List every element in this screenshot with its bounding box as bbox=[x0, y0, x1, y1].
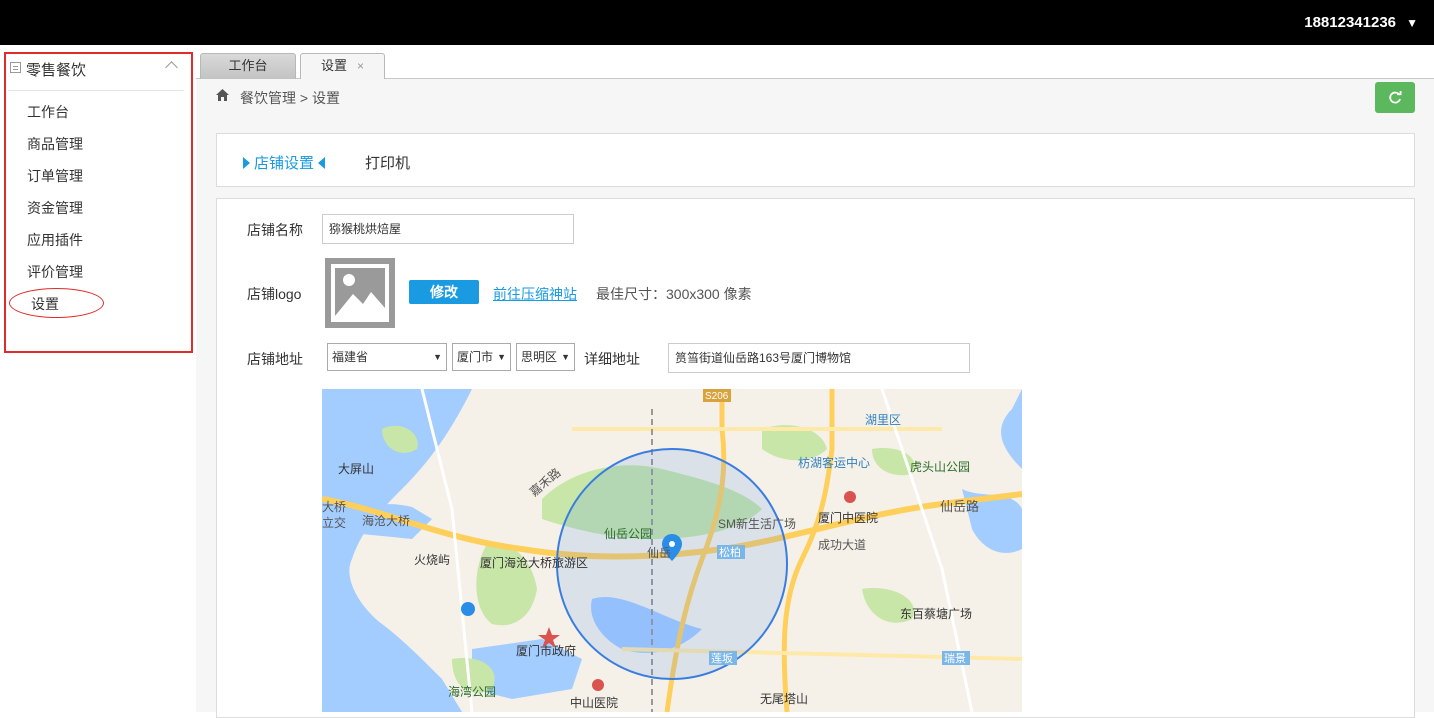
map-label-lianban: 莲坂 bbox=[711, 652, 733, 665]
map-label-dongbai: 东百蔡塘广场 bbox=[900, 606, 972, 621]
home-icon[interactable] bbox=[216, 89, 229, 101]
triangle-left-icon bbox=[318, 157, 326, 169]
close-icon[interactable]: × bbox=[357, 59, 364, 73]
edit-logo-button[interactable]: 修改 bbox=[409, 280, 479, 304]
shop-address-label: 店铺地址 bbox=[247, 351, 303, 367]
shop-logo-label: 店铺logo bbox=[247, 286, 302, 302]
user-menu-caret-icon[interactable]: ▼ bbox=[1406, 16, 1418, 30]
detail-address-input[interactable]: 筼筜街道仙岳路163号厦门博物馆 bbox=[668, 343, 970, 373]
map-label-huoshaoyu: 火烧屿 bbox=[414, 553, 450, 567]
district-select-value: 思明区 bbox=[521, 350, 558, 364]
tab-workbench-label: 工作台 bbox=[228, 58, 268, 73]
map-label-fanghu: 枋湖客运中心 bbox=[798, 455, 870, 470]
sidebar-item-orders[interactable]: 订单管理 bbox=[27, 166, 83, 186]
map-label-hutou: 虎头山公园 bbox=[910, 460, 970, 474]
district-select[interactable]: 思明区 ▼ bbox=[516, 343, 575, 371]
dropdown-caret-icon: ▼ bbox=[433, 352, 442, 362]
map-label-xm-government: 厦门市政府 bbox=[516, 643, 576, 658]
logo-size-hint: 最佳尺寸：300x300 像素 bbox=[596, 286, 752, 302]
dropdown-caret-icon: ▼ bbox=[561, 352, 570, 362]
image-placeholder-icon bbox=[331, 264, 389, 322]
sidebar-item-products[interactable]: 商品管理 bbox=[27, 134, 83, 154]
map-label-huli: 湖里区 bbox=[865, 412, 901, 427]
subtab-printer[interactable]: 打印机 bbox=[365, 152, 410, 173]
detail-address-label: 详细地址 bbox=[584, 351, 640, 367]
map-label-bridge-left: 大桥 bbox=[322, 500, 346, 514]
map-label-dapingshan: 大屏山 bbox=[338, 462, 374, 476]
refresh-icon bbox=[1389, 91, 1402, 104]
sidebar-item-funds[interactable]: 资金管理 bbox=[27, 198, 83, 218]
map-label-haiwan-park: 海湾公园 bbox=[448, 684, 496, 699]
map-label-xianyue-short: 仙岳 bbox=[647, 546, 671, 560]
subtab-shop-settings-label: 店铺设置 bbox=[254, 155, 315, 172]
map-label-xianyue-road: 仙岳路 bbox=[940, 499, 979, 514]
subtab-shop-settings[interactable]: 店铺设置 bbox=[243, 152, 326, 173]
province-select[interactable]: 福建省 ▼ bbox=[327, 343, 447, 371]
map-label-songbai: 松柏 bbox=[719, 545, 741, 559]
breadcrumb: 餐饮管理 > 设置 bbox=[240, 90, 340, 106]
map-label-chenggong: 成功大道 bbox=[818, 538, 866, 552]
tab-settings-label: 设置 bbox=[320, 58, 347, 73]
shop-name-label: 店铺名称 bbox=[247, 222, 303, 238]
top-bar: 18812341236 ▼ bbox=[0, 0, 1434, 45]
map-label-sm-plaza: SM新生活广场 bbox=[718, 516, 796, 531]
triangle-right-icon bbox=[243, 157, 250, 169]
refresh-button[interactable] bbox=[1375, 82, 1415, 113]
settings-highlight-ellipse bbox=[9, 288, 104, 318]
map-label-ruijing: 瑞景 bbox=[944, 651, 966, 665]
document-icon bbox=[10, 62, 21, 73]
settings-subtabs: 店铺设置 打印机 bbox=[216, 133, 1415, 187]
shop-name-input[interactable]: 猕猴桃烘焙屋 bbox=[322, 214, 574, 244]
map-label-wuweita: 无尾塔山 bbox=[760, 692, 808, 706]
map-label-haicang-tour: 厦门海沧大桥旅游区 bbox=[480, 555, 588, 570]
compress-site-link[interactable]: 前往压缩神站 bbox=[493, 284, 577, 304]
province-select-value: 福建省 bbox=[332, 350, 369, 364]
map-label-zhongshan-hospital: 中山医院 bbox=[570, 695, 618, 710]
user-account-phone[interactable]: 18812341236 bbox=[1304, 14, 1396, 31]
chevron-up-icon[interactable] bbox=[165, 61, 178, 74]
map-label-xm-tcm-hospital: 厦门中医院 bbox=[818, 510, 878, 525]
sidebar-item-reviews[interactable]: 评价管理 bbox=[27, 262, 83, 282]
map-label-haicang-bridge: 海沧大桥 bbox=[362, 513, 410, 528]
city-select[interactable]: 厦门市 ▼ bbox=[452, 343, 511, 371]
map-label-s206: S206 bbox=[705, 391, 729, 402]
map-canvas[interactable]: S206 湖里区 枋湖客运中心 虎头山公园 大屏山 仙岳路 厦门中医院 SM新生… bbox=[322, 389, 1022, 712]
sidebar-group-label: 零售餐饮 bbox=[26, 62, 87, 79]
dropdown-caret-icon: ▼ bbox=[497, 352, 506, 362]
map-label-xianyue-park: 仙岳公园 bbox=[604, 527, 652, 541]
tab-settings[interactable]: 设置 × bbox=[300, 53, 385, 80]
sidebar-group-header[interactable]: 零售餐饮 bbox=[8, 57, 184, 91]
location-map[interactable]: S206 湖里区 枋湖客运中心 虎头山公园 大屏山 仙岳路 厦门中医院 SM新生… bbox=[322, 389, 1022, 712]
sidebar-item-plugins[interactable]: 应用插件 bbox=[27, 230, 83, 250]
tab-bar: 工作台 设置 × bbox=[196, 45, 1434, 80]
tab-workbench[interactable]: 工作台 bbox=[200, 53, 296, 79]
map-label-interchange: 立交 bbox=[322, 515, 346, 530]
city-select-value: 厦门市 bbox=[457, 350, 494, 364]
sidebar: 零售餐饮 工作台 商品管理 订单管理 资金管理 应用插件 评价管理 设置 bbox=[0, 45, 196, 712]
logo-image-placeholder bbox=[325, 258, 395, 328]
sidebar-item-workbench[interactable]: 工作台 bbox=[27, 102, 69, 122]
